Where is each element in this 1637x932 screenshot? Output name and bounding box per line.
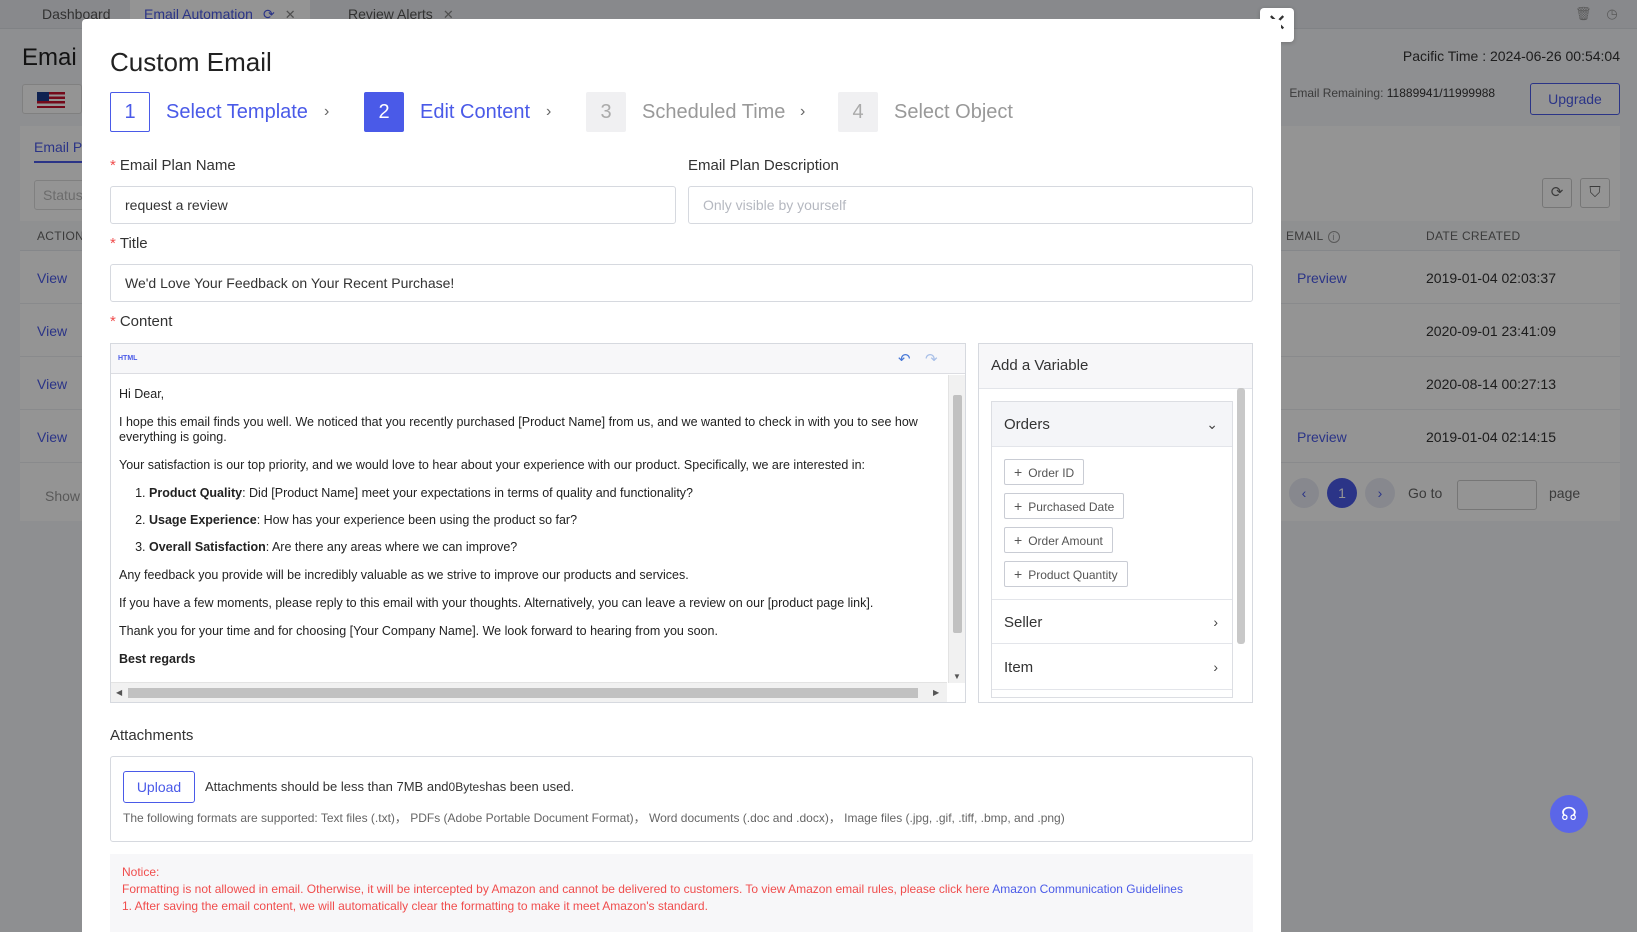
scroll-right-icon[interactable]: ▶ xyxy=(933,688,939,697)
upload-button[interactable]: Upload xyxy=(123,771,195,803)
question-list: Product Quality: Did [Product Name] meet… xyxy=(149,486,939,555)
chevron-right-icon: › xyxy=(324,103,330,120)
amazon-guidelines-link[interactable]: Amazon Communication Guidelines xyxy=(992,882,1183,896)
variable-list: Orders ⌄ + Order ID + Purchased Date + Order… xyxy=(991,401,1233,698)
plus-icon: + xyxy=(1014,532,1023,548)
list-item: Overall Satisfaction: Are there any area… xyxy=(149,540,939,555)
editor-body[interactable]: Hi Dear, I hope this email finds you wel… xyxy=(111,375,947,680)
plan-name-input[interactable] xyxy=(110,186,676,224)
content-label: * Content xyxy=(110,313,173,330)
redo-icon[interactable]: ↷ xyxy=(925,350,938,368)
notice-box: Notice: Formatting is not allowed in ema… xyxy=(110,854,1253,932)
scroll-thumb[interactable] xyxy=(128,688,918,698)
chevron-down-icon: ⌄ xyxy=(1206,416,1218,432)
editor-vertical-scrollbar[interactable]: ▼ xyxy=(948,375,965,683)
list-item: Usage Experience: How has your experienc… xyxy=(149,513,939,528)
variable-purchased-date[interactable]: + Purchased Date xyxy=(1004,493,1125,519)
variable-group-seller[interactable]: Seller › xyxy=(992,599,1232,644)
dialog-title: Custom Email xyxy=(110,47,272,77)
attachments-label: Attachments xyxy=(110,727,194,744)
editor-horizontal-scrollbar[interactable]: ◀ ▶ xyxy=(111,682,947,702)
variable-group-item[interactable]: Item › xyxy=(992,645,1232,690)
chevron-right-icon: › xyxy=(546,103,552,120)
undo-icon[interactable]: ↶ xyxy=(898,350,911,368)
plus-icon: + xyxy=(1014,464,1023,480)
editor-toolbar: HTML ↶ ↷ xyxy=(111,344,965,374)
plan-description-label: Email Plan Description xyxy=(688,157,839,174)
variable-panel-scrollbar[interactable] xyxy=(1237,388,1245,644)
scroll-left-icon[interactable]: ◀ xyxy=(116,688,122,697)
variable-product-quantity[interactable]: + Product Quantity xyxy=(1004,561,1128,587)
scroll-thumb[interactable] xyxy=(953,395,962,633)
variable-order-amount[interactable]: + Order Amount xyxy=(1004,527,1113,553)
title-input[interactable] xyxy=(110,264,1253,302)
html-mode-button[interactable]: HTML xyxy=(118,355,137,362)
attachments-box: Upload Attachments should be less than 7… xyxy=(110,756,1253,842)
custom-email-dialog: Custom Email 1 Select Template › 2 Edit … xyxy=(82,19,1281,932)
list-item: Product Quality: Did [Product Name] meet… xyxy=(149,486,939,501)
variable-group-orders[interactable]: Orders ⌄ xyxy=(992,402,1232,447)
plus-icon: + xyxy=(1014,498,1023,514)
plus-icon: + xyxy=(1014,566,1023,582)
variable-order-id[interactable]: + Order ID xyxy=(1004,459,1085,485)
plan-name-label: * Email Plan Name xyxy=(110,157,236,174)
supported-formats: The following formats are supported: Tex… xyxy=(123,811,1065,825)
chevron-right-icon: › xyxy=(1213,614,1218,630)
variable-panel: Add a Variable Orders ⌄ + Order ID + Purcha… xyxy=(978,343,1253,703)
variable-panel-title: Add a Variable xyxy=(979,344,1252,389)
content-editor[interactable]: HTML ↶ ↷ Hi Dear, I hope this email find… xyxy=(110,343,966,703)
chevron-right-icon: › xyxy=(800,103,806,120)
title-label: * Title xyxy=(110,235,148,252)
attachment-size-note: Attachments should be less than 7MB and0… xyxy=(205,779,575,794)
customer-support-icon[interactable]: ☊ xyxy=(1550,795,1588,833)
plan-description-input[interactable] xyxy=(688,186,1253,224)
chevron-right-icon: › xyxy=(1213,659,1218,675)
scroll-down-icon[interactable]: ▼ xyxy=(953,672,961,681)
